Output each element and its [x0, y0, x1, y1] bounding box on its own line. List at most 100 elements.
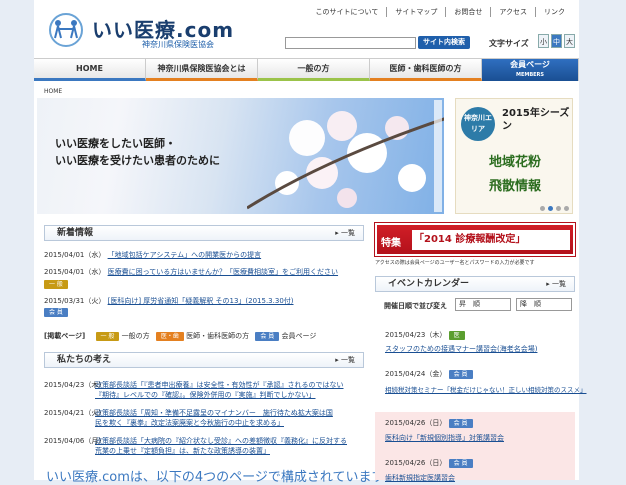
opinion-item[interactable]: 2015/04/06（月） 政策部長談話「大病院の『紹介状なし受診』への差額徴収…: [44, 436, 347, 456]
breadcrumb[interactable]: HOME: [44, 88, 62, 95]
link-sitemap[interactable]: サイトマップ: [386, 7, 445, 17]
pollen-season: 2015年シーズン: [502, 108, 570, 132]
opinion-line: 『期待』レベルでの『確認』。保険外併用の『実施』判断でしかない」: [95, 391, 316, 399]
opinions-more-link[interactable]: ▸ 一覧: [335, 353, 355, 367]
events-header: イベントカレンダー ▸ 一覧: [375, 276, 575, 292]
sort-desc-select[interactable]: 降 順: [516, 298, 572, 311]
badge-members: 会 員: [255, 332, 280, 341]
pollen-banner[interactable]: 神奈川エリア 2015年シーズン 地域花粉 飛散情報: [455, 98, 573, 214]
legend-label: [掲載ページ]: [44, 332, 86, 340]
link-access[interactable]: アクセス: [490, 7, 535, 17]
opinion-link[interactable]: 政策部長談話「周知・準備不足露呈のマイナンバー 施行待たぬ拡大案は国 民を欺く『…: [95, 408, 333, 428]
feature-note: アクセスの際は会員ページのユーザー名とパスワードの入力が必要です: [375, 260, 535, 266]
event-date: 2015/04/26（日）: [385, 419, 447, 427]
slider-dot[interactable]: [556, 206, 561, 211]
slider-dot[interactable]: [540, 206, 545, 211]
badge-members: 会 員: [44, 308, 68, 317]
opinion-item[interactable]: 2015/04/23（木） 政策部長談話「『患者申出療養』は安全性・有効性が『承…: [44, 380, 344, 400]
opinion-line: 政策部長談話「周知・準備不足露呈のマイナンバー 施行待たぬ拡大案は国: [95, 409, 333, 417]
hero-banner[interactable]: いい医療をしたい医師・ いい医療を受けたい患者のために: [37, 98, 444, 214]
event-link[interactable]: スタッフのための接遇マナー講習会(海老名会場): [385, 344, 537, 354]
opinion-date: 2015/04/23（木）: [44, 381, 106, 389]
news-link[interactable]: 「地域包括ケアシステム」への開業医からの提言: [108, 251, 262, 259]
event-link[interactable]: 医科向け「新規個別指導」対策講習会: [385, 433, 504, 443]
news-more-link[interactable]: ▸ 一覧: [335, 226, 355, 240]
font-size-medium[interactable]: 中: [551, 34, 562, 48]
feature-banner[interactable]: 特集 「2014 診療報酬改定」: [375, 223, 575, 256]
opinion-line: 政策部長談話「大病院の『紹介状なし受診』への差額徴収『義務化』に反対する: [95, 437, 347, 445]
news-more-label: 一覧: [341, 229, 355, 237]
nav-members[interactable]: 会員ページ MEMBERS: [482, 59, 579, 81]
pollen-main-line-2: 飛散情報: [488, 179, 541, 194]
opinion-link[interactable]: 政策部長談話「大病院の『紹介状なし受診』への差額徴収『義務化』に反対する 荒業の…: [95, 436, 347, 456]
nav-home[interactable]: HOME: [34, 59, 146, 81]
event-date: 2015/04/24（金）: [385, 370, 447, 378]
site-structure-heading: いい医療.comは、以下の4つのページで構成されています: [46, 470, 385, 485]
badge-general: 一 般: [44, 280, 68, 289]
font-size-label: 文字サイズ: [489, 39, 529, 48]
opinion-link[interactable]: 政策部長談話「『患者申出療養』は安全性・有効性が『承認』されるのではない 『期待…: [95, 380, 344, 400]
nav-about[interactable]: 神奈川県保険医協会とは: [146, 59, 258, 81]
nav-members-label: 会員ページ: [510, 60, 550, 69]
opinion-item[interactable]: 2015/04/21（火） 政策部長談話「周知・準備不足露呈のマイナンバー 施行…: [44, 408, 333, 428]
search-input[interactable]: [285, 37, 416, 49]
event-link[interactable]: 相続税対策セミナー「税金だけじゃない！正しい相続対策のススメ」: [385, 384, 587, 394]
badge-members: 会 員: [448, 419, 473, 428]
sort-asc-select[interactable]: 昇 順: [455, 298, 511, 311]
site-header: いい医療.com 神奈川県保険医協会 このサイトについて サイトマップ お問合せ…: [34, 0, 579, 58]
opinion-line: 荒業の上乗せ『定額負担』は、新たな政策誘導の装置」: [95, 447, 270, 455]
news-date: 2015/04/01（水）: [44, 268, 106, 276]
legend-row: [掲載ページ] 一 般 一般の方 医・歯 医師・歯科医師の方 会 員 会員ページ: [44, 331, 316, 341]
feature-label: 特集: [381, 238, 401, 249]
nav-members-sub: MEMBERS: [515, 72, 545, 78]
slider-dots: [540, 206, 569, 211]
event-date: 2015/04/23（木）: [385, 331, 447, 339]
opinion-line: 政策部長談話「『患者申出療養』は安全性・有効性が『承認』されるのではない: [95, 381, 344, 389]
news-badge-row: 会 員: [44, 308, 68, 317]
opinions-title: 私たちの考え: [57, 355, 112, 365]
event-item[interactable]: 2015/04/26（日） 会 員 歯科新規指定医講習会: [385, 458, 473, 483]
news-item[interactable]: 2015/04/01（水） 「地域包括ケアシステム」への開業医からの提言: [44, 250, 261, 260]
slider-dot[interactable]: [564, 206, 569, 211]
badge-general: 一 般: [95, 332, 120, 341]
news-header: 新着情報 ▸ 一覧: [44, 225, 364, 241]
hero-line-1: いい医療をしたい医師・: [55, 137, 176, 150]
site-subtitle: 神奈川県保険医協会: [142, 40, 214, 49]
pollen-area-tag: 神奈川エリア: [461, 107, 495, 141]
search-button[interactable]: サイト内検索: [418, 36, 470, 49]
nav-doctors[interactable]: 医師・歯科医師の方: [370, 59, 482, 81]
event-item[interactable]: 2015/04/23（木） 医 スタッフのための接遇マナー講習会(海老名会場): [385, 330, 537, 354]
sort-label: 開催日順で並び変え: [384, 302, 447, 310]
legend-doctors: 医師・歯科医師の方: [186, 332, 250, 340]
nav-general[interactable]: 一般の方: [258, 59, 370, 81]
news-link[interactable]: [医科向け] 厚労省通知「疑義解釈 その13」(2015.3.30付): [108, 297, 294, 305]
top-links: このサイトについて サイトマップ お問合せ アクセス リンク: [308, 7, 573, 17]
opinion-line: 民を欺く『裏拳』改定法案廃案と今秋施行の中止を求める」: [95, 419, 284, 427]
events-more-link[interactable]: ▸ 一覧: [546, 277, 566, 291]
font-size-large[interactable]: 大: [564, 34, 575, 48]
page-container: いい医療.com 神奈川県保険医協会 このサイトについて サイトマップ お問合せ…: [34, 0, 587, 485]
news-link[interactable]: 医療費に困っている方はいませんか？「医療費相談室」をご利用ください: [108, 268, 338, 276]
news-date: 2015/04/01（水）: [44, 251, 106, 259]
event-item[interactable]: 2015/04/24（金） 会 員 相続税対策セミナー「税金だけじゃない！正しい…: [385, 369, 587, 394]
link-links[interactable]: リンク: [535, 7, 573, 17]
news-item[interactable]: 2015/04/01（水） 医療費に困っている方はいませんか？「医療費相談室」を…: [44, 267, 338, 277]
opinion-date: 2015/04/21（火）: [44, 409, 106, 417]
event-item[interactable]: 2015/04/26（日） 会 員 医科向け「新規個別指導」対策講習会: [385, 418, 504, 443]
news-badge-row: 一 般: [44, 280, 68, 289]
logo-figures-icon[interactable]: [46, 12, 86, 48]
feature-title: 「2014 診療報酬改定」: [412, 230, 570, 250]
event-link[interactable]: 歯科新規指定医講習会: [385, 473, 473, 483]
slider-next-arrow[interactable]: [434, 100, 442, 212]
opinion-date: 2015/04/06（月）: [44, 437, 106, 445]
news-title: 新着情報: [57, 228, 94, 238]
opinions-more-label: 一覧: [341, 356, 355, 364]
link-about[interactable]: このサイトについて: [308, 7, 387, 17]
font-size-small[interactable]: 小: [538, 34, 549, 48]
hero-line-2: いい医療を受けたい患者のために: [55, 154, 220, 167]
slider-dot-active[interactable]: [548, 206, 553, 211]
event-date: 2015/04/26（日）: [385, 459, 447, 467]
news-item[interactable]: 2015/03/31（火） [医科向け] 厚労省通知「疑義解釈 その13」(20…: [44, 296, 294, 306]
news-date: 2015/03/31（火）: [44, 297, 106, 305]
link-contact[interactable]: お問合せ: [445, 7, 490, 17]
